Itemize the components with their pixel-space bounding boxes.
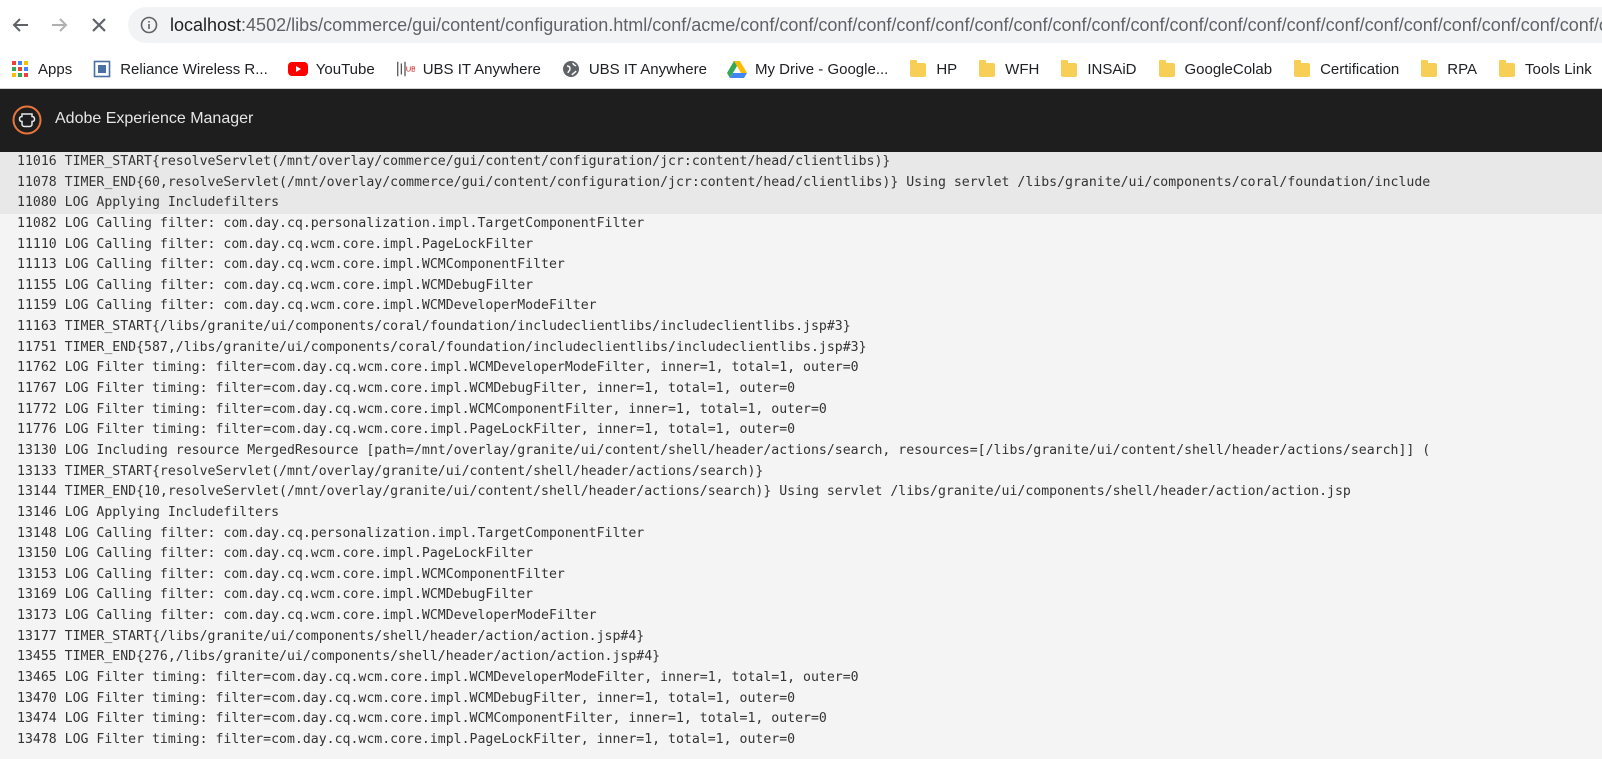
info-icon[interactable] xyxy=(140,16,158,34)
youtube-icon xyxy=(287,59,308,79)
app-title: Adobe Experience Manager xyxy=(55,110,254,127)
folder-icon xyxy=(977,59,997,79)
aem-header: Adobe Experience Manager xyxy=(0,89,1602,152)
folder-icon xyxy=(1419,59,1439,79)
back-button[interactable] xyxy=(4,8,38,42)
bookmark-folder-tools-link[interactable]: Tools Link xyxy=(1487,50,1602,88)
log-line: 11776 LOG Filter timing: filter=com.day.… xyxy=(17,422,796,438)
log-line: 13169 LOG Calling filter: com.day.cq.wcm… xyxy=(17,587,534,603)
bookmark-label: HP xyxy=(936,60,958,78)
url-path: :4502/libs/commerce/gui/content/configur… xyxy=(241,15,1602,35)
bookmark-label: Tools Link xyxy=(1525,60,1592,78)
log-line: 11772 LOG Filter timing: filter=com.day.… xyxy=(17,401,827,417)
apps-grid-icon xyxy=(10,59,30,79)
bookmark-label: UBS IT Anywhere xyxy=(588,60,707,78)
folder-icon xyxy=(1059,59,1079,79)
log-line: 11016 TIMER_START{resolveServlet(/mnt/ov… xyxy=(0,152,1602,173)
bookmark-folder-rpa[interactable]: RPA xyxy=(1409,50,1487,88)
log-line: 13130 LOG Including resource MergedResou… xyxy=(17,442,1431,458)
url-host: localhost xyxy=(170,15,242,35)
address-bar[interactable]: localhost:4502/libs/commerce/gui/content… xyxy=(128,7,1602,43)
ubs-icon: UBS xyxy=(395,59,415,79)
log-line: 11762 LOG Filter timing: filter=com.day.… xyxy=(17,360,859,376)
log-line: 11082 LOG Calling filter: com.day.cq.per… xyxy=(17,215,645,231)
bookmark-folder-googlecolab[interactable]: GoogleColab xyxy=(1147,50,1283,88)
bookmark-label: YouTube xyxy=(315,60,375,78)
folder-icon xyxy=(1292,59,1312,79)
globe-icon xyxy=(561,59,581,79)
log-line: 11080 LOG Applying Includefilters xyxy=(0,193,1602,214)
log-line: 11078 TIMER_END{60,resolveServlet(/mnt/o… xyxy=(0,172,1602,194)
log-line: 11767 LOG Filter timing: filter=com.day.… xyxy=(17,381,796,397)
bookmark-label: My Drive - Google... xyxy=(754,60,889,78)
bookmark-label: INSAiD xyxy=(1087,60,1137,78)
bookmarks-bar: Apps Reliance Wireless R... YouTube UBS … xyxy=(0,50,1602,89)
log-line: 13144 TIMER_END{10,resolveServlet(/mnt/o… xyxy=(17,484,1351,500)
log-line: 13150 LOG Calling filter: com.day.cq.wcm… xyxy=(17,546,534,562)
bookmark-google-drive[interactable]: My Drive - Google... xyxy=(717,50,898,88)
folder-icon xyxy=(908,59,928,79)
bookmark-folder-insaid[interactable]: INSAiD xyxy=(1049,50,1146,88)
browser-toolbar: localhost:4502/libs/commerce/gui/content… xyxy=(0,0,1602,50)
log-line: 13177 TIMER_START{/libs/granite/ui/compo… xyxy=(17,628,645,644)
bookmark-folder-wfh[interactable]: WFH xyxy=(967,50,1049,88)
page-icon xyxy=(92,59,112,79)
folder-icon xyxy=(1497,59,1517,79)
bookmark-ubs-2[interactable]: UBS IT Anywhere xyxy=(551,50,717,88)
log-line: 13133 TIMER_START{resolveServlet(/mnt/ov… xyxy=(17,463,764,479)
bookmark-label: UBS IT Anywhere xyxy=(422,60,541,78)
log-output: 11016 TIMER_START{resolveServlet(/mnt/ov… xyxy=(0,152,1602,759)
log-line: 11751 TIMER_END{587,/libs/granite/ui/com… xyxy=(17,339,867,355)
log-line: 13173 LOG Calling filter: com.day.cq.wcm… xyxy=(17,608,597,624)
log-line: 13465 LOG Filter timing: filter=com.day.… xyxy=(17,670,859,686)
log-line: 13455 TIMER_END{276,/libs/granite/ui/com… xyxy=(17,649,661,665)
url-text[interactable]: localhost:4502/libs/commerce/gui/content… xyxy=(170,7,1602,43)
log-line: 13148 LOG Calling filter: com.day.cq.per… xyxy=(17,525,645,541)
bookmark-reliance[interactable]: Reliance Wireless R... xyxy=(82,50,278,88)
stop-loading-button[interactable] xyxy=(82,8,116,42)
forward-button[interactable] xyxy=(42,8,76,42)
folder-icon xyxy=(1157,59,1177,79)
log-line: 13153 LOG Calling filter: com.day.cq.wcm… xyxy=(17,566,565,582)
bookmark-apps[interactable]: Apps xyxy=(0,50,82,88)
close-icon xyxy=(92,18,106,32)
bookmark-youtube[interactable]: YouTube xyxy=(278,50,385,88)
bookmark-ubs-1[interactable]: UBS UBS IT Anywhere xyxy=(385,50,551,88)
log-line: 11113 LOG Calling filter: com.day.cq.wcm… xyxy=(17,257,565,273)
bookmark-label: Certification xyxy=(1320,60,1400,78)
log-line: 13474 LOG Filter timing: filter=com.day.… xyxy=(17,711,827,727)
aem-logo-icon[interactable] xyxy=(12,105,42,135)
bookmark-folder-hp[interactable]: HP xyxy=(898,50,967,88)
log-line: 13146 LOG Applying Includefilters xyxy=(17,504,280,520)
log-line: 11159 LOG Calling filter: com.day.cq.wcm… xyxy=(17,298,597,314)
bookmark-label: WFH xyxy=(1005,60,1040,78)
log-line: 11155 LOG Calling filter: com.day.cq.wcm… xyxy=(17,277,534,293)
bookmark-label: GoogleColab xyxy=(1184,60,1273,78)
log-line: 13478 LOG Filter timing: filter=com.day.… xyxy=(17,731,796,747)
arrow-left-icon xyxy=(12,18,28,32)
log-line: 11110 LOG Calling filter: com.day.cq.wcm… xyxy=(17,236,534,252)
log-line: 13470 LOG Filter timing: filter=com.day.… xyxy=(17,690,796,706)
bookmark-label: RPA xyxy=(1447,60,1478,78)
bookmark-folder-certification[interactable]: Certification xyxy=(1282,50,1409,88)
log-line: 11163 TIMER_START{/libs/granite/ui/compo… xyxy=(17,319,851,335)
google-drive-icon xyxy=(726,59,747,79)
svg-text:UBS: UBS xyxy=(406,65,415,74)
bookmark-label: Apps xyxy=(38,60,73,78)
arrow-right-icon xyxy=(52,18,68,32)
bookmark-label: Reliance Wireless R... xyxy=(120,60,268,78)
